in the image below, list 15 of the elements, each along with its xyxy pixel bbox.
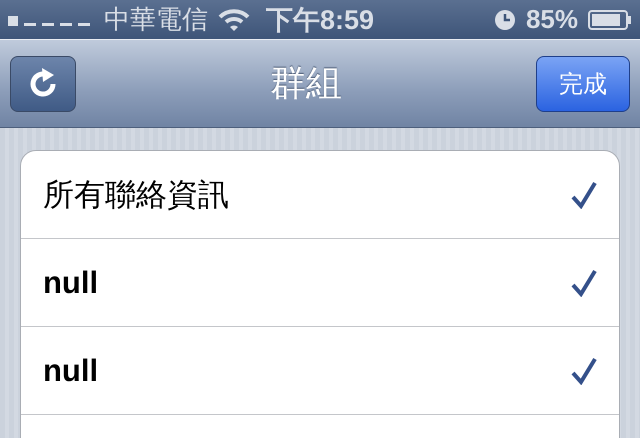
group-row[interactable]: null <box>21 327 619 415</box>
done-button[interactable]: 完成 <box>536 56 630 112</box>
nav-title: 群組 <box>269 61 343 105</box>
battery-percent: 85% <box>526 4 578 35</box>
group-row[interactable]: 所有聯絡資訊 <box>21 151 619 239</box>
group-label: null <box>43 264 100 300</box>
carrier-name: 中華電信 <box>104 3 208 36</box>
clock-icon <box>494 8 516 30</box>
group-row[interactable]: null <box>21 239 619 327</box>
wifi-icon <box>218 8 250 32</box>
refresh-button[interactable] <box>10 56 76 112</box>
group-label: null <box>43 352 100 388</box>
group-label: 所有聯絡資訊 <box>43 176 230 214</box>
clock-time: 下午8:59 <box>266 4 374 36</box>
battery-icon <box>588 10 632 30</box>
